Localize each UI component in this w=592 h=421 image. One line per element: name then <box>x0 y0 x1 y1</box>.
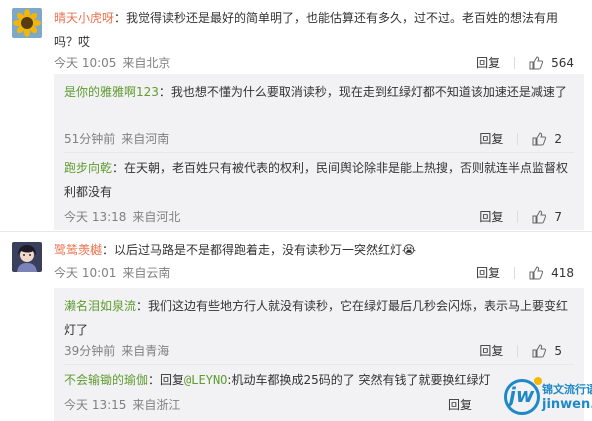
reply-text: 是你的雅雅啊123：我也想不懂为什么要取消读秒，现在走到红绿灯都不知道该加速还是… <box>64 85 567 99</box>
divider <box>517 132 519 145</box>
thumbs-up-icon <box>532 343 547 357</box>
comment-body: 以后过马路是不是都得跑着走，没有读秒万一突然红灯 <box>114 243 403 257</box>
avatar-sunflower[interactable] <box>12 8 42 38</box>
comment-time: 今天 10:05 <box>54 56 117 70</box>
reply-body: 我也想不懂为什么要取消读秒，现在走到红绿灯都不知道该加速还是减速了 <box>170 85 567 99</box>
crying-face-emoji: 😭 <box>402 243 417 257</box>
divider <box>517 210 519 223</box>
reply-time: 51分钟前 <box>64 132 116 146</box>
comment-text: 晴天小虎呀：我觉得读秒还是最好的简单明了，也能估算还有多久，过不过。老百姓的想法… <box>54 11 559 49</box>
thumbs-up-icon <box>529 265 544 279</box>
like-count: 418 <box>551 265 574 280</box>
reply-location: 来自河北 <box>132 210 181 224</box>
reply-time: 今天 13:18 <box>64 210 127 224</box>
like-button[interactable]: 5 <box>532 344 562 358</box>
reply-time: 39分钟前 <box>64 344 116 358</box>
reply-prefix: 回复 <box>160 373 185 387</box>
comment-body: 我觉得读秒还是最好的简单明了，也能估算还有多久，过不过。老百姓的想法有用吗？哎 <box>54 11 559 49</box>
avatar-girl[interactable] <box>12 242 42 272</box>
logo-dot <box>534 377 542 385</box>
reply-actions: 回复 5 <box>479 342 562 359</box>
reply-meta: 今天 13:15 来自浙江 <box>64 396 186 413</box>
reply-text: 濑名泪如泉流：我们这边有些地方行人就没有读秒，它在绿灯最后几秒会闪烁，表示马上要… <box>64 299 569 337</box>
logo-cn-text: 锦文流行语 <box>542 383 592 396</box>
reply-actions: 回复 7 <box>479 208 562 225</box>
reply-meta: 今天 13:18 来自河北 <box>64 208 186 225</box>
reply-button[interactable]: 回复 <box>476 54 500 71</box>
comment-actions: 回复 564 <box>476 54 574 71</box>
logo-mark: jw <box>509 383 535 407</box>
reply-thread: 是你的雅雅啊123：我也想不懂为什么要取消读秒，现在走到红绿灯都不知道该加速还是… <box>54 74 584 230</box>
like-count: 2 <box>554 131 562 146</box>
logo-en-text: jinwen.net <box>542 397 592 412</box>
comment-username[interactable]: 晴天小虎呀 <box>54 11 114 25</box>
reply-location: 来自浙江 <box>132 398 181 412</box>
divider <box>514 266 516 279</box>
reply-username[interactable]: 不会输锄的瑜伽 <box>64 373 148 387</box>
mention-link[interactable]: @LEYNO <box>184 373 227 387</box>
thumbs-up-icon <box>532 131 547 145</box>
comment-meta: 今天 10:05 来自北京 <box>54 54 176 71</box>
reply-username[interactable]: 是你的雅雅啊123 <box>64 85 159 99</box>
comment-username[interactable]: 鹭鸶羡樾 <box>54 243 102 257</box>
reply-divider <box>64 364 574 365</box>
like-count: 564 <box>551 55 574 70</box>
jinwen-watermark-logo: jw 锦文流行语 jinwen.net <box>500 377 592 417</box>
like-button[interactable]: 418 <box>529 266 574 280</box>
reply-meta: 39分钟前 来自青海 <box>64 342 175 359</box>
reply-button[interactable]: 回复 <box>479 130 503 147</box>
reply-time: 今天 13:15 <box>64 398 127 412</box>
reply-body: 在天朝，老百姓只有被代表的权利，民间舆论除非是能上热搜，否则就连半点监督权利都没… <box>64 161 569 199</box>
like-count: 7 <box>554 209 562 224</box>
like-button[interactable]: 2 <box>532 132 562 146</box>
comment-text: 鹭鸶羡樾：以后过马路是不是都得跑着走，没有读秒万一突然红灯😭 <box>54 243 417 257</box>
comment-location: 来自北京 <box>122 56 171 70</box>
comment-meta: 今天 10:01 来自云南 <box>54 264 176 281</box>
reply-meta: 51分钟前 来自河南 <box>64 130 175 147</box>
like-button[interactable]: 7 <box>532 210 562 224</box>
reply-location: 来自青海 <box>121 344 170 358</box>
reply-button[interactable]: 回复 <box>476 264 500 281</box>
reply-username[interactable]: 濑名泪如泉流 <box>64 299 136 313</box>
reply-divider <box>64 152 574 153</box>
reply-button[interactable]: 回复 <box>448 396 472 413</box>
like-count: 5 <box>554 343 562 358</box>
comment-actions: 回复 418 <box>476 264 574 281</box>
reply-text: 跑步向乾：在天朝，老百姓只有被代表的权利，民间舆论除非是能上热搜，否则就连半点监… <box>64 161 569 199</box>
like-button[interactable]: 564 <box>529 56 574 70</box>
reply-location: 来自河南 <box>121 132 170 146</box>
comment-item: 晴天小虎呀：我觉得读秒还是最好的简单明了，也能估算还有多久，过不过。老百姓的想法… <box>0 0 592 230</box>
thumbs-up-icon <box>529 55 544 69</box>
reply-text: 不会输锄的瑜伽：回复@LEYNO:机动车都换成25码的了 突然有钱了就要换红绿灯 <box>64 373 491 387</box>
comment-time: 今天 10:01 <box>54 266 117 280</box>
reply-body: 机动车都换成25码的了 突然有钱了就要换红绿灯 <box>231 373 491 387</box>
reply-button[interactable]: 回复 <box>479 342 503 359</box>
divider <box>517 344 519 357</box>
reply-button[interactable]: 回复 <box>479 208 503 225</box>
reply-actions: 回复 <box>448 396 472 413</box>
comment-location: 来自云南 <box>122 266 171 280</box>
divider <box>514 56 516 69</box>
reply-username[interactable]: 跑步向乾 <box>64 161 112 175</box>
thumbs-up-icon <box>532 209 547 223</box>
reply-actions: 回复 2 <box>479 130 562 147</box>
